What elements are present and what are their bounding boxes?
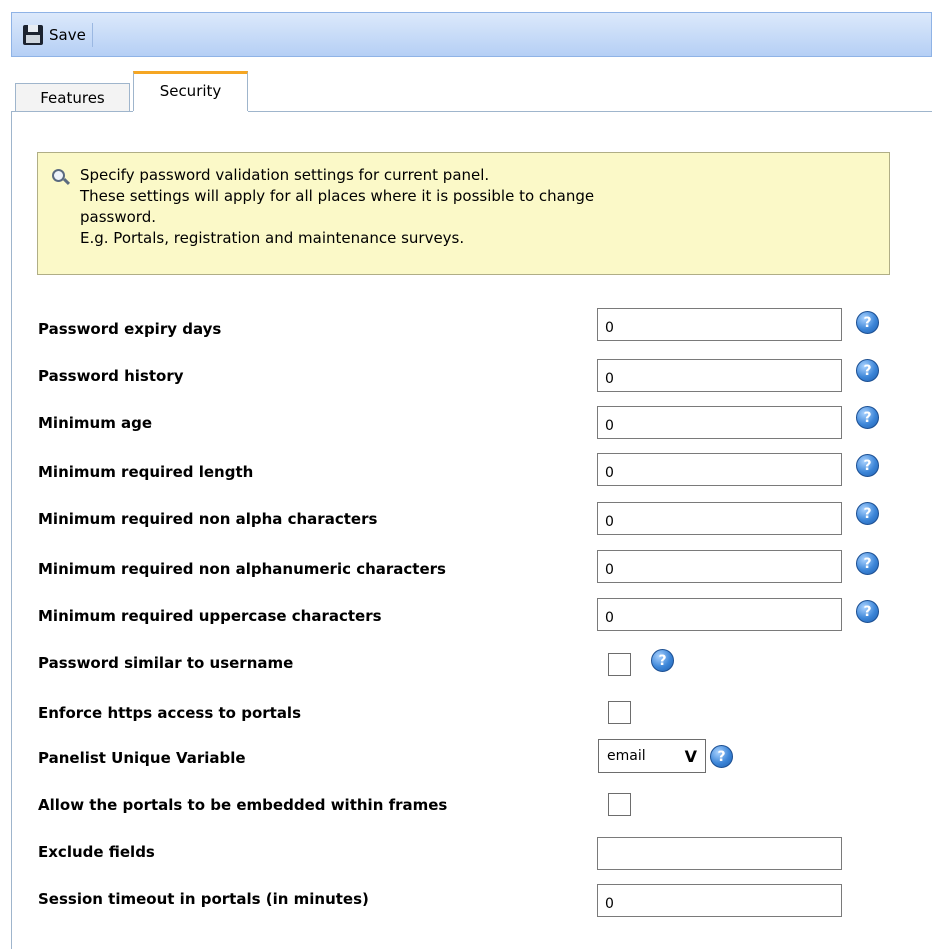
minimum-required-length-input[interactable]: [597, 453, 842, 486]
panel-border: [248, 111, 932, 112]
help-icon[interactable]: ?: [651, 649, 674, 672]
min-non-alphanumeric-input[interactable]: [597, 550, 842, 583]
info-text: Specify password validation settings for…: [80, 166, 595, 247]
panel-border: [11, 111, 133, 112]
info-box: Specify password validation settings for…: [37, 152, 890, 275]
panelist-unique-variable-label: Panelist Unique Variable: [38, 749, 246, 767]
select-value: email: [607, 748, 646, 764]
allow-embedded-frames-label: Allow the portals to be embedded within …: [38, 796, 448, 814]
allow-embedded-frames-checkbox[interactable]: [608, 793, 631, 816]
help-icon[interactable]: ?: [856, 552, 879, 575]
enforce-https-label: Enforce https access to portals: [38, 704, 302, 722]
save-button[interactable]: Save: [19, 23, 93, 47]
help-icon[interactable]: ?: [856, 406, 879, 429]
help-icon[interactable]: ?: [856, 454, 879, 477]
min-uppercase-input[interactable]: [597, 598, 842, 631]
exclude-fields-input[interactable]: [597, 837, 842, 870]
chevron-down-icon: V: [684, 747, 697, 766]
panelist-unique-variable-select[interactable]: email V: [598, 739, 706, 773]
exclude-fields-label: Exclude fields: [38, 843, 155, 861]
minimum-age-input[interactable]: [597, 406, 842, 439]
min-non-alpha-input[interactable]: [597, 502, 842, 535]
tab-features[interactable]: Features: [15, 83, 130, 111]
password-expiry-days-label: Password expiry days: [38, 320, 222, 338]
password-similar-username-label: Password similar to username: [38, 654, 294, 672]
enforce-https-checkbox[interactable]: [608, 701, 631, 724]
tab-security[interactable]: Security: [133, 71, 248, 111]
password-history-input[interactable]: [597, 359, 842, 392]
toolbar: Save: [11, 12, 932, 57]
session-timeout-input[interactable]: [597, 884, 842, 917]
help-icon[interactable]: ?: [710, 745, 733, 768]
help-icon[interactable]: ?: [856, 600, 879, 623]
min-uppercase-label: Minimum required uppercase characters: [38, 607, 382, 625]
password-expiry-days-input[interactable]: [597, 308, 842, 341]
minimum-age-label: Minimum age: [38, 414, 153, 432]
help-icon[interactable]: ?: [856, 502, 879, 525]
password-history-label: Password history: [38, 367, 184, 385]
floppy-disk-icon: [23, 25, 43, 45]
min-non-alphanumeric-label: Minimum required non alphanumeric charac…: [38, 560, 446, 578]
session-timeout-label: Session timeout in portals (in minutes): [38, 890, 369, 908]
panel-border: [11, 111, 12, 949]
help-icon[interactable]: ?: [856, 311, 879, 334]
password-similar-username-checkbox[interactable]: [608, 653, 631, 676]
help-icon[interactable]: ?: [856, 359, 879, 382]
minimum-required-length-label: Minimum required length: [38, 463, 254, 481]
info-magnifier-icon: [52, 169, 72, 187]
save-button-label: Save: [49, 26, 86, 44]
min-non-alpha-label: Minimum required non alpha characters: [38, 510, 378, 528]
